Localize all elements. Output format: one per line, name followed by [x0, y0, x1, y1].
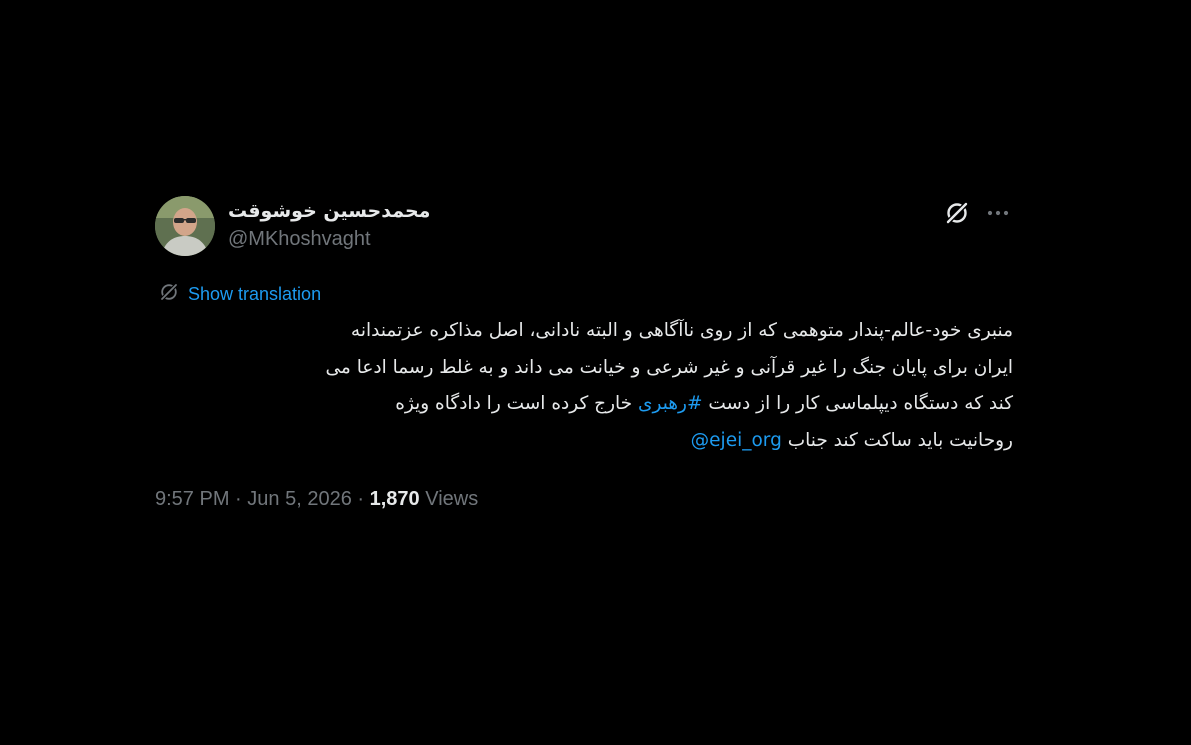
tweet-text-line-1: منبری خود-عالم-پندار متوهمی که از روی نا… — [350, 320, 1013, 341]
grok-translate-icon — [158, 281, 188, 308]
user-handle[interactable]: @MKhoshvaght — [228, 225, 430, 253]
tweet-text-segment: کند که دستگاه دیپلماسی کار را از دست — [708, 393, 1013, 414]
hashtag-link[interactable]: #رهبری — [638, 393, 702, 414]
tweet-meta: 9:57 PM · Jun 5, 2026 · 1,870 Views — [155, 488, 478, 511]
tweet-time[interactable]: 9:57 PM — [155, 488, 229, 510]
views-count[interactable]: 1,870 — [370, 488, 420, 510]
tweet: محمدحسین خوشوقت @MKhoshvaght Show transl… — [155, 196, 1015, 510]
tweet-header: محمدحسین خوشوقت @MKhoshvaght — [155, 196, 1015, 260]
tweet-text-segment: خارج کرده است را دادگاه ویژه — [395, 393, 633, 414]
grok-icon[interactable] — [943, 199, 971, 227]
meta-separator: · — [357, 488, 365, 510]
tweet-text: منبری خود-عالم-پندار متوهمی که از روی نا… — [155, 313, 1013, 459]
mention-link[interactable]: @ejei_org — [691, 430, 782, 451]
views-label[interactable]: Views — [425, 488, 478, 510]
tweet-text-line-2: ایران برای پایان جنگ را غیر قرآنی و غیر … — [325, 356, 1013, 378]
show-translation-button[interactable]: Show translation — [158, 282, 321, 306]
tweet-text-segment: روحانیت باید ساکت کند جناب — [787, 429, 1013, 451]
meta-separator: · — [235, 488, 242, 510]
display-name[interactable]: محمدحسین خوشوقت — [228, 198, 430, 224]
tweet-text-line-4: روحانیت باید ساکت کند جناب @ejei_org — [155, 423, 1013, 460]
avatar[interactable] — [155, 196, 215, 256]
more-icon[interactable] — [983, 199, 1013, 227]
show-translation-label[interactable]: Show translation — [188, 284, 321, 305]
author-names: محمدحسین خوشوقت @MKhoshvaght — [228, 198, 430, 253]
tweet-text-line-3: کند که دستگاه دیپلماسی کار را از دست #ره… — [155, 386, 1013, 423]
tweet-date[interactable]: Jun 5, 2026 — [247, 488, 352, 510]
